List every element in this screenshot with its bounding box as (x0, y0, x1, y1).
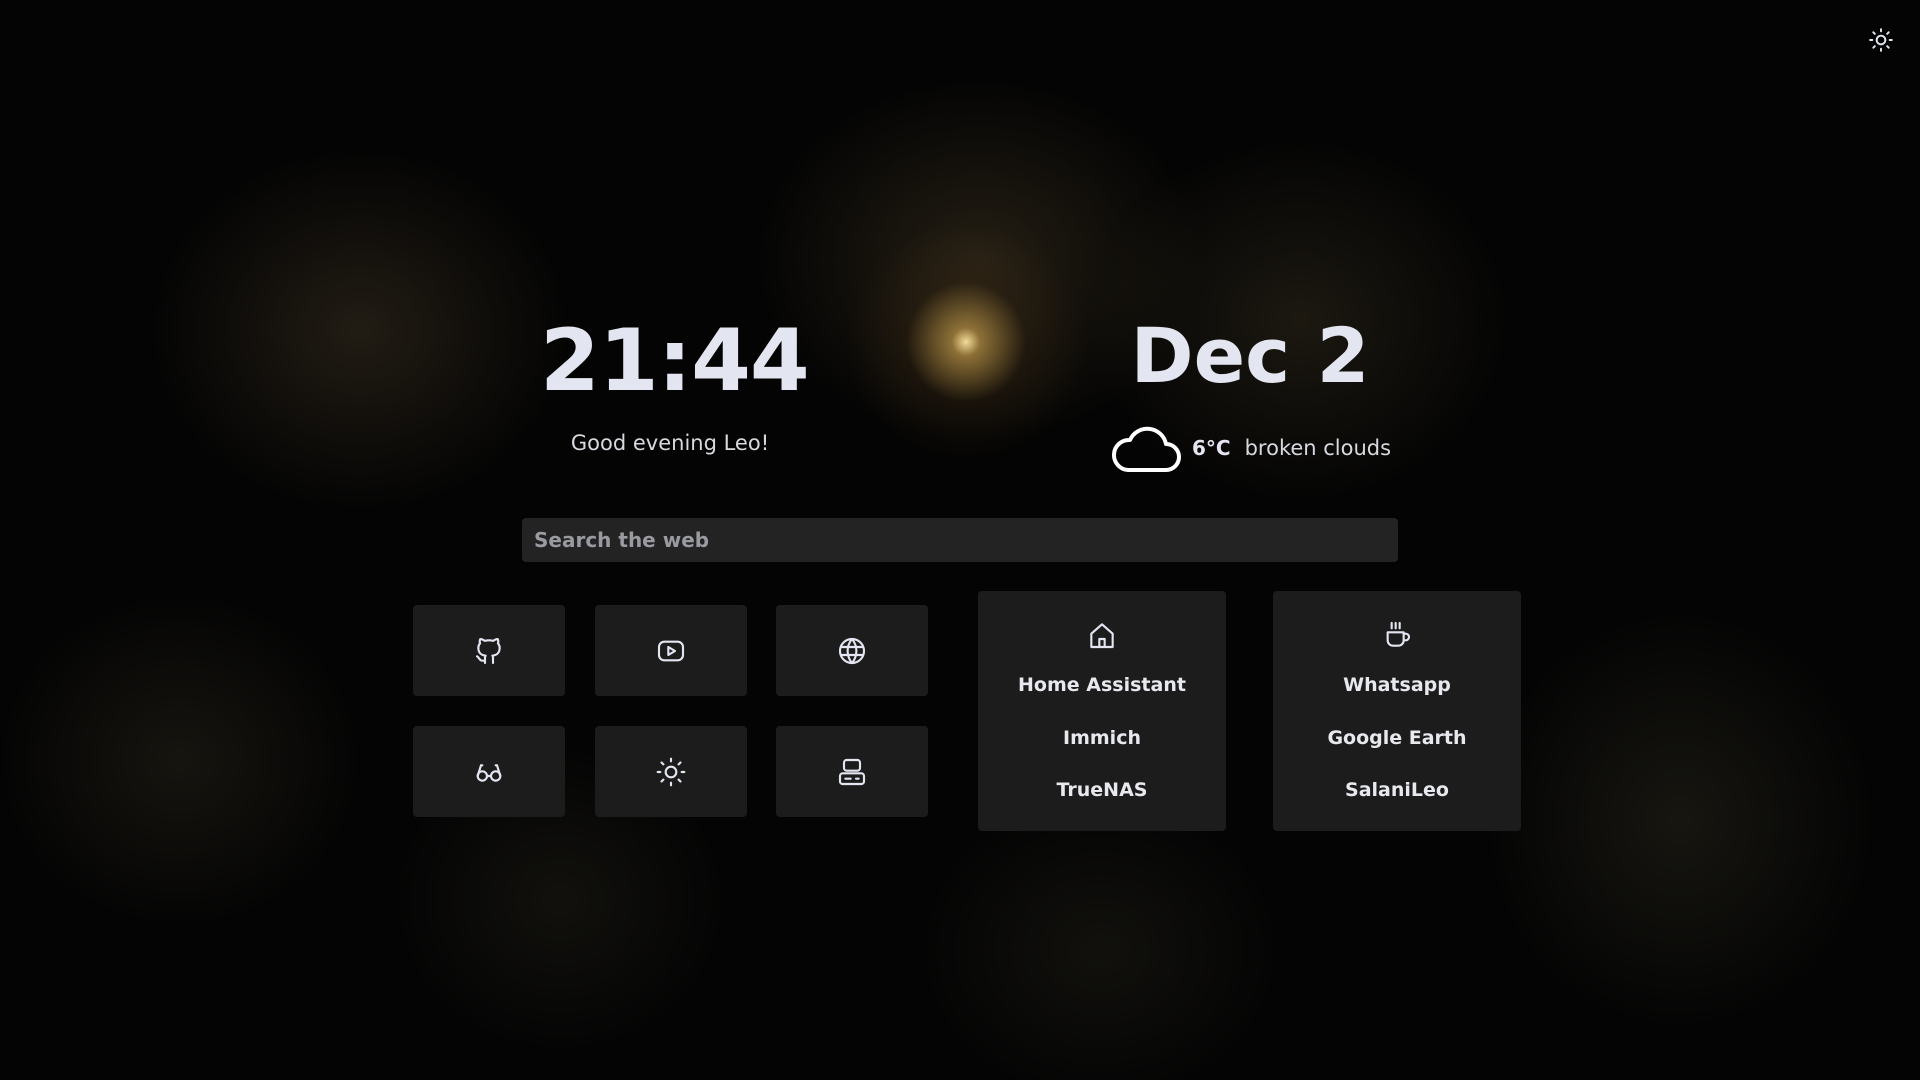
cloud-icon (1111, 426, 1181, 472)
home-links-panel: Home Assistant Immich TrueNAS (978, 591, 1226, 831)
weather-description: broken clouds (1244, 436, 1392, 460)
greeting-text: Good evening Leo! (570, 431, 770, 455)
sun-link-tile[interactable] (595, 726, 747, 817)
glasses-icon (476, 763, 502, 782)
whatsapp-link[interactable]: Whatsapp (1273, 674, 1521, 696)
weather-temperature: 6°C (1192, 436, 1231, 460)
globe-icon (838, 637, 866, 664)
sun-icon (656, 757, 686, 786)
date-label: Dec 2 (1130, 311, 1370, 400)
truenas-link[interactable]: TrueNAS (978, 779, 1226, 801)
coffee-icon (1386, 621, 1410, 647)
immich-link[interactable]: Immich (978, 727, 1226, 749)
home-icon (1090, 623, 1114, 649)
search-bar[interactable] (522, 518, 1398, 562)
github-link-tile[interactable] (413, 605, 565, 696)
search-input[interactable] (532, 527, 1388, 553)
globe-link-tile[interactable] (776, 605, 928, 696)
youtube-icon (657, 640, 685, 661)
google-earth-link[interactable]: Google Earth (1273, 727, 1521, 749)
theme-toggle-button[interactable] (1868, 27, 1894, 53)
glasses-link-tile[interactable] (413, 726, 565, 817)
apps-links-panel: Whatsapp Google Earth SalaniLeo (1273, 591, 1521, 831)
sun-icon (1869, 28, 1893, 52)
server-icon (838, 758, 866, 785)
github-icon (475, 637, 501, 664)
salanileo-link[interactable]: SalaniLeo (1273, 779, 1521, 801)
home-assistant-link[interactable]: Home Assistant (978, 674, 1226, 696)
clock-time: 21:44 (540, 311, 810, 411)
youtube-link-tile[interactable] (595, 605, 747, 696)
server-link-tile[interactable] (776, 726, 928, 817)
weather-widget: 6°C broken clouds (1110, 420, 1391, 476)
